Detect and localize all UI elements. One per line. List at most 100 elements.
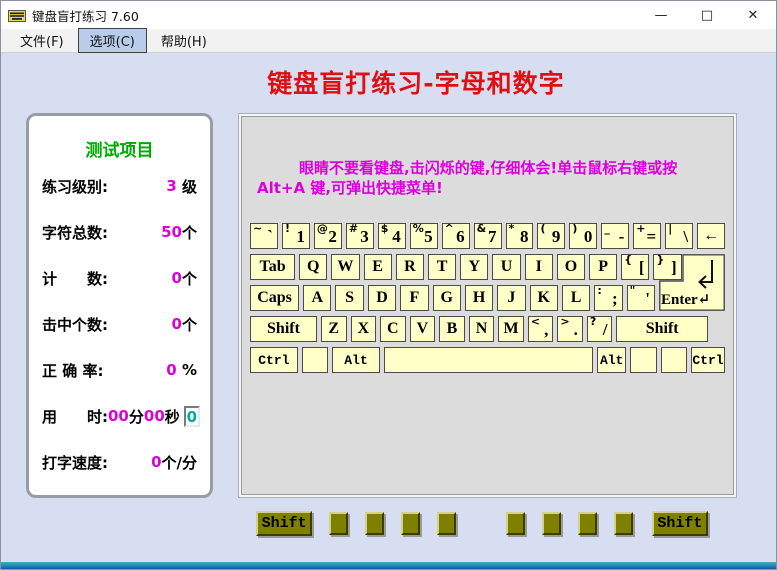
key-A[interactable]: A [303, 285, 332, 311]
close-icon[interactable]: ✕ [730, 1, 776, 29]
key-enter[interactable]: Enter↵ [659, 254, 725, 311]
key-D[interactable]: D [367, 285, 397, 311]
stats-row: 用 时: 00 分 00 秒 0 [42, 393, 200, 439]
key-J[interactable]: J [497, 285, 526, 311]
key-/[interactable]: ? / [586, 315, 613, 342]
key-1[interactable]: ! 1 [281, 222, 310, 249]
key-Caps[interactable]: Caps [250, 285, 300, 311]
key-label: X [357, 320, 370, 337]
key-9[interactable]: (9 [537, 222, 566, 249]
key-,[interactable]: <, [527, 315, 554, 342]
key-main-char: 7 [488, 227, 497, 247]
key-Shift[interactable]: Shift [250, 316, 317, 342]
key-0[interactable]: ) 0 [569, 222, 598, 249]
key-I[interactable]: I [524, 254, 553, 280]
key-right-shift[interactable]: Shift [616, 316, 708, 342]
stats-value-part: 00 [143, 407, 165, 425]
minimize-icon[interactable]: — [638, 1, 684, 29]
left-shift-button[interactable]: Shift [256, 511, 313, 536]
key-right-ctrl[interactable]: Ctrl [690, 347, 726, 373]
key-Tab[interactable]: Tab [250, 254, 296, 280]
stats-row: 计 数: 0 个 [42, 255, 197, 301]
finger-square[interactable] [577, 512, 597, 535]
key-Z[interactable]: Z [320, 316, 347, 342]
key-shift-char: | [668, 222, 673, 235]
key-`[interactable]: ~ ` [250, 222, 278, 249]
key-U[interactable]: U [492, 254, 521, 280]
key-space[interactable] [383, 347, 594, 373]
stats-value-part: 3 [166, 177, 177, 195]
finger-square[interactable] [401, 512, 421, 535]
key-C[interactable]: C [380, 316, 406, 342]
finger-square[interactable] [329, 512, 349, 535]
menu-item[interactable]: 选项(C) [77, 28, 147, 53]
key-win-right[interactable] [630, 347, 657, 373]
finger-square[interactable] [541, 512, 561, 535]
menu-item[interactable]: 文件(F) [9, 29, 75, 52]
finger-square[interactable] [613, 512, 633, 535]
key-menu[interactable] [660, 347, 687, 373]
key-Q[interactable]: Q [299, 254, 328, 280]
key-S[interactable]: S [335, 285, 364, 311]
key-label: W [337, 258, 354, 275]
key-[[interactable]: {[ [621, 253, 650, 280]
key-;[interactable]: :; [594, 284, 623, 311]
key-main-char: = [646, 227, 657, 247]
key-K[interactable]: K [529, 285, 558, 311]
key-F[interactable]: F [400, 285, 429, 311]
key-B[interactable]: B [439, 316, 465, 342]
page-title: 键盘盲打练习-字母和数字 [267, 69, 565, 98]
key-T[interactable]: T [427, 254, 457, 280]
key-P[interactable]: P [589, 254, 618, 280]
finger-square[interactable] [505, 512, 525, 535]
key-Alt[interactable]: Alt [332, 347, 380, 373]
key-N[interactable]: N [468, 316, 495, 342]
key-label: A [311, 289, 324, 306]
key-R[interactable]: R [395, 254, 424, 280]
key-\[interactable]: | \ [665, 222, 694, 249]
stats-value: 0 个/分 [151, 452, 197, 473]
key-4[interactable]: $4 [377, 222, 406, 249]
key-Y[interactable]: Y [460, 254, 489, 280]
key-W[interactable]: W [331, 254, 360, 280]
key-shift-char: % [412, 222, 424, 235]
key-right-alt[interactable]: Alt [597, 347, 627, 373]
key-main-char: ' [645, 289, 651, 309]
key-backspace[interactable]: ← [697, 223, 726, 249]
key-main-char: 6 [456, 227, 465, 247]
key-2[interactable]: @2 [313, 222, 342, 249]
key-M[interactable]: M [498, 316, 524, 342]
key-shift-char: ^ [444, 222, 454, 235]
key-6[interactable]: ^ 6 [441, 222, 470, 249]
maximize-icon[interactable]: □ [684, 1, 730, 29]
key-shift-char: ~ [253, 222, 263, 235]
stats-row: 打字速度: 0 个/分 [42, 439, 197, 485]
stats-value: 0个 [172, 268, 197, 289]
key-X[interactable]: X [350, 316, 377, 342]
app-window: 键盘盲打练习 7.60 — □ ✕ 文件(F) 选项(C) 帮助(H) 键盘盲打练习… [0, 0, 777, 570]
key-5[interactable]: % 5 [409, 222, 438, 249]
key-=[interactable]: + = [633, 222, 662, 249]
keyboard-row: ~ `! 1 @2 #3 $4% 5 ^ 6 & 7 * 8(9) 0 _ - + = | \ ← [250, 222, 726, 249]
key-V[interactable]: V [409, 316, 436, 342]
key-H[interactable]: H [464, 285, 494, 311]
finger-square[interactable] [437, 512, 457, 535]
right-shift-button[interactable]: Shift [651, 511, 708, 536]
key-7[interactable]: & 7 [473, 222, 502, 249]
key-8[interactable]: * 8 [505, 222, 534, 249]
key-.[interactable]: >. [557, 315, 583, 342]
key-G[interactable]: G [432, 285, 461, 311]
key-3[interactable]: #3 [345, 222, 374, 249]
key-Ctrl[interactable]: Ctrl [250, 347, 298, 373]
key-E[interactable]: E [363, 254, 392, 280]
key-main-char: \ [683, 227, 689, 247]
key-L[interactable]: L [561, 285, 591, 311]
key-win-left[interactable] [301, 347, 329, 373]
menu-item[interactable]: 帮助(H) [150, 29, 218, 52]
key-'[interactable]: " ' [626, 284, 656, 311]
key-O[interactable]: O [556, 254, 586, 280]
finger-square[interactable] [365, 512, 385, 535]
stats-value: 0个 [172, 314, 197, 335]
key--[interactable]: _ - [601, 222, 630, 249]
key-label: Ctrl [692, 352, 724, 368]
